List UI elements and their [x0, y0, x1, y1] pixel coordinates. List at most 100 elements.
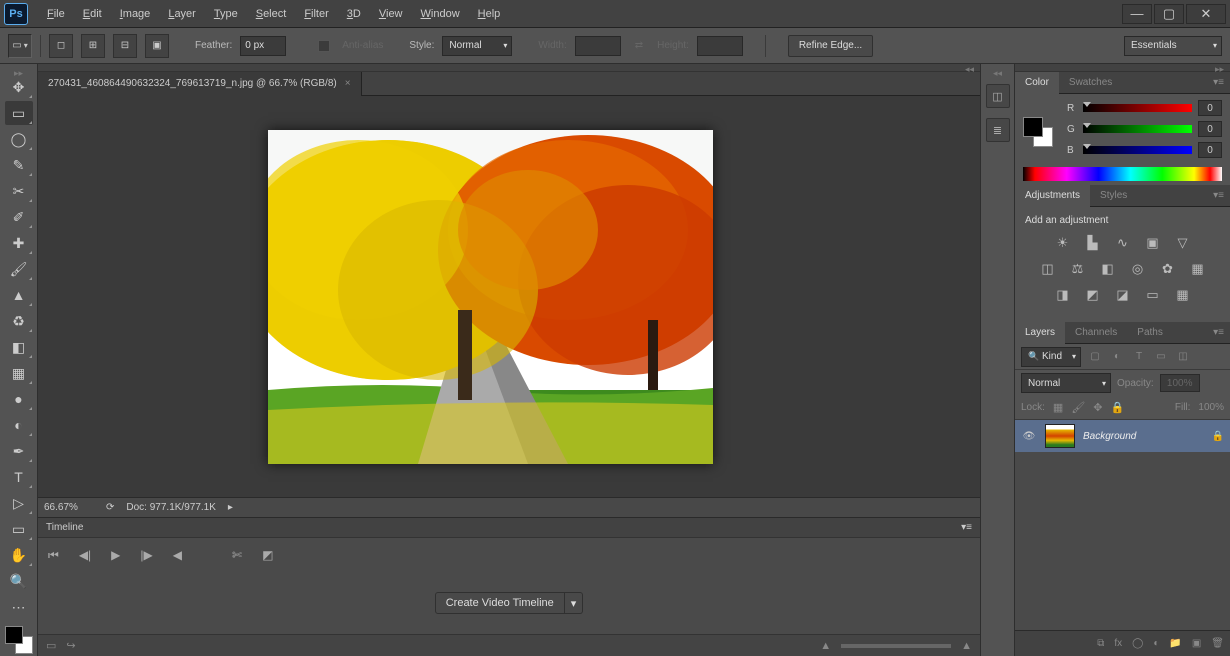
filter-pixel-icon[interactable]: ▢	[1087, 349, 1103, 365]
adj-lookup-icon[interactable]: ▦	[1188, 260, 1208, 278]
tool-crop[interactable]: ✂	[5, 179, 33, 203]
adj-balance-icon[interactable]: ⚖	[1068, 260, 1088, 278]
layer-fx-icon[interactable]: fx	[1114, 638, 1122, 649]
g-value[interactable]: 0	[1198, 121, 1222, 137]
r-slider[interactable]	[1083, 104, 1192, 112]
color-swatches[interactable]	[5, 626, 33, 654]
tool-eyedropper[interactable]: ✐	[5, 205, 33, 229]
layer-mask-icon[interactable]: ◯	[1132, 638, 1143, 649]
menu-image[interactable]: Image	[111, 4, 160, 24]
tl-foot-icon1[interactable]: ▭	[46, 639, 56, 652]
g-slider[interactable]	[1083, 125, 1192, 133]
style-select[interactable]: Normal	[442, 36, 512, 56]
tool-marquee[interactable]: ▭	[5, 101, 33, 125]
tool-brush[interactable]: 🖌	[5, 257, 33, 281]
adj-levels-icon[interactable]: ▙	[1083, 234, 1103, 252]
tool-move[interactable]: ✥	[5, 75, 33, 99]
history-panel-icon[interactable]: ◫	[986, 84, 1010, 108]
adj-bw-icon[interactable]: ◧	[1098, 260, 1118, 278]
tab-adjustments[interactable]: Adjustments	[1015, 185, 1090, 207]
foreground-color[interactable]	[5, 626, 23, 644]
menu-3d[interactable]: 3D	[338, 4, 370, 24]
create-video-timeline-button[interactable]: Create Video Timeline	[435, 592, 565, 614]
zoom-readout[interactable]: 66.67%	[44, 502, 94, 513]
adj-channel-mixer-icon[interactable]: ✿	[1158, 260, 1178, 278]
document-tab-close[interactable]: ×	[345, 78, 351, 89]
selection-subtract[interactable]: ⊟	[113, 34, 137, 58]
tl-zoom-out[interactable]: ▲	[820, 640, 831, 652]
menu-layer[interactable]: Layer	[159, 4, 205, 24]
tool-quick-select[interactable]: ✎	[5, 153, 33, 177]
doc-info[interactable]: Doc: 977.1K/977.1K	[126, 502, 216, 513]
height-input[interactable]	[697, 36, 743, 56]
tab-swatches[interactable]: Swatches	[1059, 72, 1122, 94]
refine-edge-button[interactable]: Refine Edge...	[788, 35, 873, 57]
window-maximize-button[interactable]: ▢	[1154, 4, 1184, 24]
tool-healing[interactable]: ✚	[5, 231, 33, 255]
panel-color-swatches[interactable]	[1023, 117, 1053, 147]
feather-input[interactable]: 0 px	[240, 36, 286, 56]
adj-exposure-icon[interactable]: ▣	[1143, 234, 1163, 252]
timeline-menu-icon[interactable]: ▾≡	[961, 522, 972, 533]
menu-select[interactable]: Select	[247, 4, 296, 24]
menu-edit[interactable]: Edit	[74, 4, 111, 24]
adj-vibrance-icon[interactable]: ▽	[1173, 234, 1193, 252]
adj-curves-icon[interactable]: ∿	[1113, 234, 1133, 252]
layer-row[interactable]: 👁 Background 🔒	[1015, 420, 1230, 452]
lock-all-icon[interactable]: 🔒	[1111, 401, 1125, 414]
menu-filter[interactable]: Filter	[295, 4, 337, 24]
menu-type[interactable]: Type	[205, 4, 247, 24]
tool-gradient[interactable]: ▦	[5, 361, 33, 385]
adj-posterize-icon[interactable]: ◩	[1083, 286, 1103, 304]
document-tab[interactable]: 270431_460864490632324_769613719_n.jpg @…	[38, 72, 362, 96]
tl-prev-frame[interactable]: ◀|	[79, 548, 91, 562]
swap-wh-icon[interactable]: ⇄	[629, 40, 649, 51]
adj-brightness-icon[interactable]: ☀	[1053, 234, 1073, 252]
selection-intersect[interactable]: ▣	[145, 34, 169, 58]
filter-smart-icon[interactable]: ◫	[1175, 349, 1191, 365]
link-layers-icon[interactable]: ⧉	[1097, 638, 1104, 649]
adj-photo-filter-icon[interactable]: ◎	[1128, 260, 1148, 278]
tab-styles[interactable]: Styles	[1090, 185, 1137, 207]
filter-shape-icon[interactable]: ▭	[1153, 349, 1169, 365]
tool-blur[interactable]: ●	[5, 387, 33, 411]
r-value[interactable]: 0	[1198, 100, 1222, 116]
tl-foot-icon2[interactable]: ↪	[66, 639, 75, 652]
b-slider[interactable]	[1083, 146, 1192, 154]
adj-gradient-map-icon[interactable]: ▭	[1143, 286, 1163, 304]
tl-zoom-in[interactable]: ▲	[961, 640, 972, 652]
tool-stamp[interactable]: ▲	[5, 283, 33, 307]
tool-text[interactable]: T	[5, 465, 33, 489]
adj-invert-icon[interactable]: ◨	[1053, 286, 1073, 304]
tab-paths[interactable]: Paths	[1127, 322, 1173, 344]
tab-layers[interactable]: Layers	[1015, 322, 1065, 344]
window-close-button[interactable]: ✕	[1186, 4, 1226, 24]
create-video-timeline-dropdown[interactable]: ▾	[565, 592, 584, 614]
new-group-icon[interactable]: 📁	[1169, 638, 1181, 649]
properties-panel-icon[interactable]: ≣	[986, 118, 1010, 142]
tool-history-brush[interactable]: ♻	[5, 309, 33, 333]
tool-shape[interactable]: ▭	[5, 517, 33, 541]
selection-add[interactable]: ⊞	[81, 34, 105, 58]
color-panel-menu-icon[interactable]: ▾≡	[1207, 77, 1230, 88]
adj-threshold-icon[interactable]: ◪	[1113, 286, 1133, 304]
tab-color[interactable]: Color	[1015, 72, 1059, 94]
menu-help[interactable]: Help	[469, 4, 510, 24]
tl-next-frame[interactable]: |▶	[140, 548, 152, 562]
tab-channels[interactable]: Channels	[1065, 322, 1127, 344]
lock-position-icon[interactable]: ✥	[1093, 401, 1102, 414]
workspace-switcher[interactable]: Essentials	[1124, 36, 1222, 56]
menu-file[interactable]: File	[38, 4, 74, 24]
tl-last-frame[interactable]: ◀	[173, 548, 182, 562]
current-tool-preset[interactable]: ▭	[8, 34, 32, 58]
lock-pixels-icon[interactable]: 🖌	[1071, 401, 1085, 414]
fill-input[interactable]: 100%	[1198, 402, 1224, 413]
tool-eraser[interactable]: ◧	[5, 335, 33, 359]
tl-transition-icon[interactable]: ◩	[262, 548, 273, 562]
opacity-input[interactable]: 100%	[1160, 374, 1200, 392]
color-ramp[interactable]	[1023, 167, 1222, 181]
doc-info-arrow[interactable]: ▸	[228, 502, 233, 513]
tl-split-icon[interactable]: ✄	[232, 548, 242, 562]
antialias-checkbox[interactable]	[318, 40, 330, 52]
delete-layer-icon[interactable]: 🗑	[1211, 638, 1224, 649]
